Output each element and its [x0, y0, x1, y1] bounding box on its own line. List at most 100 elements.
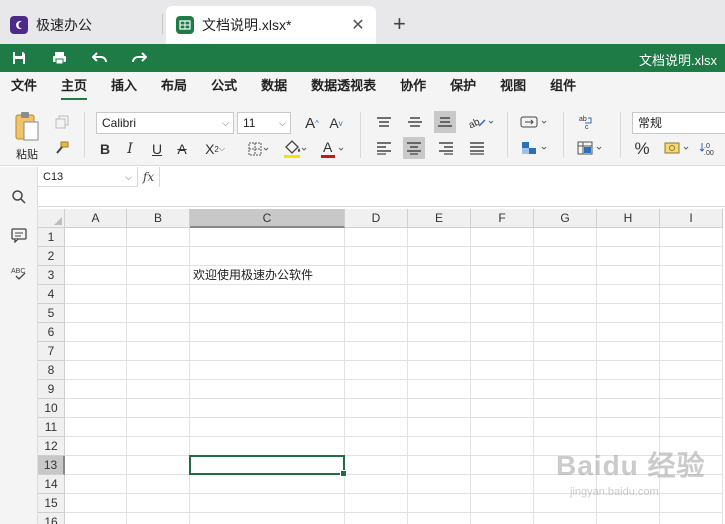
cell-a4[interactable] [65, 285, 127, 304]
cell-g4[interactable] [534, 285, 597, 304]
cell-i1[interactable] [660, 228, 723, 247]
undo-icon[interactable] [89, 48, 109, 68]
cell-c4[interactable] [190, 285, 345, 304]
cell-d3[interactable] [345, 266, 408, 285]
cell-d11[interactable] [345, 418, 408, 437]
cell-b1[interactable] [127, 228, 190, 247]
cell-e14[interactable] [408, 475, 471, 494]
cell-b11[interactable] [127, 418, 190, 437]
row-header-5[interactable]: 5 [38, 304, 65, 323]
cell-i6[interactable] [660, 323, 723, 342]
menu-protect[interactable]: 保护 [450, 72, 476, 102]
cell-a11[interactable] [65, 418, 127, 437]
cell-e5[interactable] [408, 304, 471, 323]
cell-b3[interactable] [127, 266, 190, 285]
cell-g11[interactable] [534, 418, 597, 437]
cell-g9[interactable] [534, 380, 597, 399]
cell-e12[interactable] [408, 437, 471, 456]
cell-f3[interactable] [471, 266, 534, 285]
cell-a8[interactable] [65, 361, 127, 380]
column-header-h[interactable]: H [597, 209, 660, 228]
cell-e4[interactable] [408, 285, 471, 304]
strikethrough-icon[interactable]: A [174, 139, 190, 159]
menu-formula[interactable]: 公式 [211, 72, 237, 102]
currency-format-icon[interactable] [663, 138, 693, 158]
cell-c15[interactable] [190, 494, 345, 513]
font-size-select[interactable]: 11 ⌵ [237, 112, 291, 134]
column-header-d[interactable]: D [345, 209, 408, 228]
cell-f4[interactable] [471, 285, 534, 304]
new-tab-plus-icon[interactable]: + [393, 12, 406, 36]
cell-c3[interactable]: 欢迎使用极速办公软件 [190, 266, 345, 285]
cell-h1[interactable] [597, 228, 660, 247]
cell-b9[interactable] [127, 380, 190, 399]
menu-components[interactable]: 组件 [550, 72, 576, 102]
name-box[interactable]: C13 ⌵ [38, 167, 138, 187]
row-header-14[interactable]: 14 [38, 475, 65, 494]
cell-a13[interactable] [65, 456, 127, 475]
row-header-1[interactable]: 1 [38, 228, 65, 247]
cell-b14[interactable] [127, 475, 190, 494]
cell-c16[interactable] [190, 513, 345, 524]
cell-g6[interactable] [534, 323, 597, 342]
select-all-corner[interactable] [38, 209, 65, 228]
cell-a12[interactable] [65, 437, 127, 456]
cell-d7[interactable] [345, 342, 408, 361]
number-format-select[interactable]: 常规 [632, 112, 725, 134]
cell-a9[interactable] [65, 380, 127, 399]
cell-g2[interactable] [534, 247, 597, 266]
cell-c8[interactable] [190, 361, 345, 380]
cell-g7[interactable] [534, 342, 597, 361]
cell-e1[interactable] [408, 228, 471, 247]
cell-f11[interactable] [471, 418, 534, 437]
cell-f13[interactable] [471, 456, 534, 475]
cell-c5[interactable] [190, 304, 345, 323]
cell-h2[interactable] [597, 247, 660, 266]
cell-e15[interactable] [408, 494, 471, 513]
cell-f10[interactable] [471, 399, 534, 418]
cell-h11[interactable] [597, 418, 660, 437]
save-icon[interactable] [9, 48, 29, 68]
bold-icon[interactable]: B [97, 139, 113, 159]
cell-b8[interactable] [127, 361, 190, 380]
cell-f2[interactable] [471, 247, 534, 266]
cell-f6[interactable] [471, 323, 534, 342]
row-header-7[interactable]: 7 [38, 342, 65, 361]
paste-icon[interactable] [10, 110, 44, 144]
cell-c1[interactable] [190, 228, 345, 247]
cell-d12[interactable] [345, 437, 408, 456]
cell-a7[interactable] [65, 342, 127, 361]
row-header-12[interactable]: 12 [38, 437, 65, 456]
cell-e10[interactable] [408, 399, 471, 418]
cell-g3[interactable] [534, 266, 597, 285]
cell-a5[interactable] [65, 304, 127, 323]
cell-f8[interactable] [471, 361, 534, 380]
cell-b2[interactable] [127, 247, 190, 266]
cell-b13[interactable] [127, 456, 190, 475]
cell-c9[interactable] [190, 380, 345, 399]
cell-f9[interactable] [471, 380, 534, 399]
cell-d4[interactable] [345, 285, 408, 304]
merge-cells-icon[interactable] [519, 112, 551, 132]
cell-i5[interactable] [660, 304, 723, 323]
cell-e8[interactable] [408, 361, 471, 380]
fill-color-icon[interactable] [280, 138, 310, 160]
insert-cells-icon[interactable] [576, 138, 606, 158]
menu-view[interactable]: 视图 [500, 72, 526, 102]
underline-icon[interactable]: U [149, 139, 165, 159]
cell-e6[interactable] [408, 323, 471, 342]
cell-h9[interactable] [597, 380, 660, 399]
format-painter-icon[interactable] [52, 138, 72, 158]
borders-icon[interactable] [246, 139, 272, 159]
menu-layout[interactable]: 布局 [161, 72, 187, 102]
cell-i2[interactable] [660, 247, 723, 266]
cell-g16[interactable] [534, 513, 597, 524]
row-header-4[interactable]: 4 [38, 285, 65, 304]
menu-file[interactable]: 文件 [11, 72, 37, 102]
cell-a1[interactable] [65, 228, 127, 247]
cell-g5[interactable] [534, 304, 597, 323]
cell-d8[interactable] [345, 361, 408, 380]
cell-a6[interactable] [65, 323, 127, 342]
cell-b5[interactable] [127, 304, 190, 323]
row-header-15[interactable]: 15 [38, 494, 65, 513]
